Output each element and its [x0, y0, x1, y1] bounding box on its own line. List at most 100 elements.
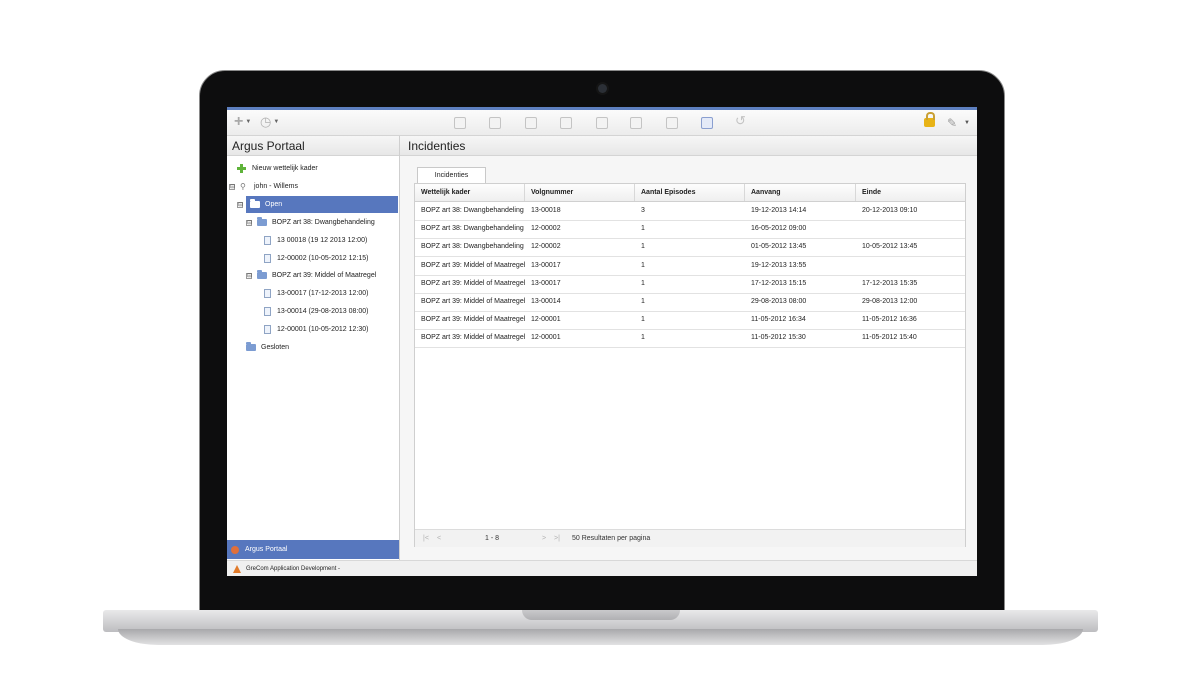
table-row[interactable]: BOPZ art 39: Middel of Maatregel 13-00017…	[415, 257, 965, 276]
table-row[interactable]: BOPZ art 39: Middel of Maatregel 13-00014…	[415, 293, 965, 312]
chevron-down-icon[interactable]: ▼	[964, 120, 970, 126]
home-icon[interactable]	[454, 117, 466, 129]
table-row[interactable]: BOPZ art 38: Dwangbehandeling 13-00018 3 19…	[415, 202, 965, 221]
table-cell	[856, 257, 965, 275]
last-page-icon[interactable]: >|	[554, 530, 560, 547]
warning-icon	[233, 564, 241, 573]
table-cell: 12-00002	[531, 225, 561, 233]
copy-icon[interactable]	[560, 117, 572, 129]
collapse-icon[interactable]: ⊟	[237, 201, 243, 208]
tree-item-bopz-39[interactable]: ⊟ BOPZ art 39: Middel of Maatregel	[246, 267, 376, 284]
table-cell: BOPZ art 38: Dwangbehandeling	[421, 225, 524, 233]
table-cell: 29-08-2013 08:00	[751, 298, 807, 305]
next-page-icon[interactable]: >	[542, 530, 546, 547]
table-cell: BOPZ art 39: Middel of Maatregel	[421, 316, 525, 324]
tree-item-label: Gesloten	[261, 344, 290, 351]
document-icon[interactable]	[489, 117, 501, 129]
checklist-icon[interactable]	[525, 117, 537, 129]
tree-item-label: BOPZ art 38: Dwangbehandeling	[272, 219, 375, 226]
laptop-base-edge	[118, 629, 1083, 645]
tree-item-bopz-38[interactable]: ⊟ BOPZ art 38: Dwangbehandeling	[246, 214, 375, 231]
tree-item-label: 12-00001 (10-05-2012 12:30)	[277, 326, 369, 333]
table-cell: 1	[641, 334, 645, 342]
table-cell: BOPZ art 38: Dwangbehandeling	[421, 243, 524, 251]
column-header[interactable]: Aantal Episodes	[635, 184, 745, 201]
page-title: Incidenties	[400, 136, 977, 156]
table-cell: 13-00014	[531, 298, 561, 305]
table-header: Wettelijk kader Volgnummer Aantal Episod…	[415, 184, 965, 202]
chevron-down-icon: ▼	[245, 119, 252, 125]
tree-item-episode[interactable]: 13-00014 (29-08-2013 08:00)	[264, 303, 368, 320]
page-range: 1 - 8	[485, 535, 500, 542]
table-cell: 20-12-2013 09:10	[862, 207, 918, 214]
tree-item-episode[interactable]: 13-00017 (17-12-2013 12:00)	[264, 285, 368, 302]
refresh-icon[interactable]: ↺	[735, 113, 746, 128]
table-cell: 29-08-2013 12:00	[862, 298, 918, 305]
table-cell: 01-05-2012 13:45	[751, 243, 807, 251]
search-icon: ⚲	[240, 181, 246, 191]
table-cell: 1	[641, 298, 645, 305]
table-cell: 16-05-2012 09:00	[751, 225, 807, 233]
panel-title: Argus Portaal	[227, 136, 399, 156]
portal-footer-tab[interactable]: Argus Portaal	[227, 540, 399, 559]
tree-item-episode[interactable]: 13 00018 (19 12 2013 12:00)	[264, 232, 367, 249]
history-menu[interactable]: ◷ ▼	[260, 114, 279, 129]
column-header[interactable]: Wettelijk kader	[415, 184, 525, 201]
tree-item-closed[interactable]: Gesloten	[246, 339, 289, 356]
table-row[interactable]: BOPZ art 39: Middel of Maatregel 12-00001…	[415, 311, 965, 331]
wrench-icon[interactable]: ✎	[947, 116, 957, 130]
table-cell: 13-00018	[531, 207, 561, 214]
table-row[interactable]: BOPZ art 38: Dwangbehandeling 12-00002 1 01…	[415, 238, 965, 258]
edit-document-icon[interactable]	[596, 117, 608, 129]
table-row[interactable]: BOPZ art 39: Middel of Maatregel 12-00001…	[415, 329, 965, 349]
prev-page-icon[interactable]: <	[437, 530, 441, 547]
tree-item-label: 13-00017 (17-12-2013 12:00)	[277, 290, 369, 297]
folder-icon	[257, 217, 267, 226]
table-cell: BOPZ art 39: Middel of Maatregel	[421, 298, 525, 305]
table-row[interactable]: BOPZ art 39: Middel of Maatregel 13-00017…	[415, 275, 965, 294]
collapse-icon[interactable]: ⊟	[246, 219, 252, 226]
table-cell: 11-05-2012 15:40	[862, 334, 917, 342]
tree-item-label: Nieuw wettelijk kader	[252, 165, 318, 172]
tree-item-episode[interactable]: 12-00002 (10-05-2012 12:15)	[264, 250, 368, 267]
document-icon	[264, 236, 271, 245]
tree-item-label: 13-00014 (29-08-2013 08:00)	[277, 308, 369, 315]
table-cell: 1	[641, 243, 645, 251]
tree-item-new-legal-framework[interactable]: Nieuw wettelijk kader	[237, 160, 318, 177]
database-icon[interactable]	[701, 117, 713, 129]
table-cell: 19-12-2013 13:55	[751, 261, 807, 269]
tree-item-patient[interactable]: ⊟ ⚲ john - Willems	[229, 178, 298, 195]
laptop-notch	[522, 610, 680, 620]
table-cell: BOPZ art 38: Dwangbehandeling	[421, 207, 524, 214]
table-row[interactable]: BOPZ art 38: Dwangbehandeling 12-00002 1 16…	[415, 220, 965, 240]
pencil-icon[interactable]	[666, 117, 678, 129]
tab-incidenties[interactable]: Incidenties	[417, 167, 486, 183]
tree-item-open[interactable]: Open	[246, 196, 398, 213]
tree-item-label: 12-00002 (10-05-2012 12:15)	[277, 255, 369, 262]
table-cell: 11-05-2012 15:30	[751, 334, 806, 342]
table-cell: 17-12-2013 15:35	[862, 279, 918, 287]
tree-item-episode[interactable]: 12-00001 (10-05-2012 12:30)	[264, 321, 368, 338]
page-size-label[interactable]: 50 Resultaten per pagina	[572, 530, 650, 547]
first-page-icon[interactable]: |<	[423, 530, 429, 547]
avatar	[231, 545, 239, 554]
grid-icon[interactable]	[630, 117, 642, 129]
column-header[interactable]: Volgnummer	[525, 184, 635, 201]
table-cell: 12-00001	[531, 334, 561, 342]
collapse-icon[interactable]: ⊟	[246, 272, 252, 279]
add-menu[interactable]: + ▼	[234, 113, 252, 130]
table-cell: 19-12-2013 14:14	[751, 207, 807, 214]
collapse-icon[interactable]: ⊟	[229, 183, 235, 190]
folder-icon	[257, 270, 267, 279]
add-icon	[237, 164, 246, 173]
incidents-table: Wettelijk kader Volgnummer Aantal Episod…	[414, 183, 966, 547]
table-cell: BOPZ art 39: Middel of Maatregel	[421, 334, 525, 342]
footer-label: Argus Portaal	[245, 546, 288, 553]
table-cell: 12-00002	[531, 243, 561, 251]
folder-icon	[250, 199, 260, 208]
column-header[interactable]: Aanvang	[745, 184, 856, 201]
tree-item-label: 13 00018 (19 12 2013 12:00)	[277, 237, 368, 244]
column-header[interactable]: Einde	[856, 184, 965, 201]
document-icon	[264, 289, 271, 298]
lock-icon[interactable]	[924, 112, 935, 127]
